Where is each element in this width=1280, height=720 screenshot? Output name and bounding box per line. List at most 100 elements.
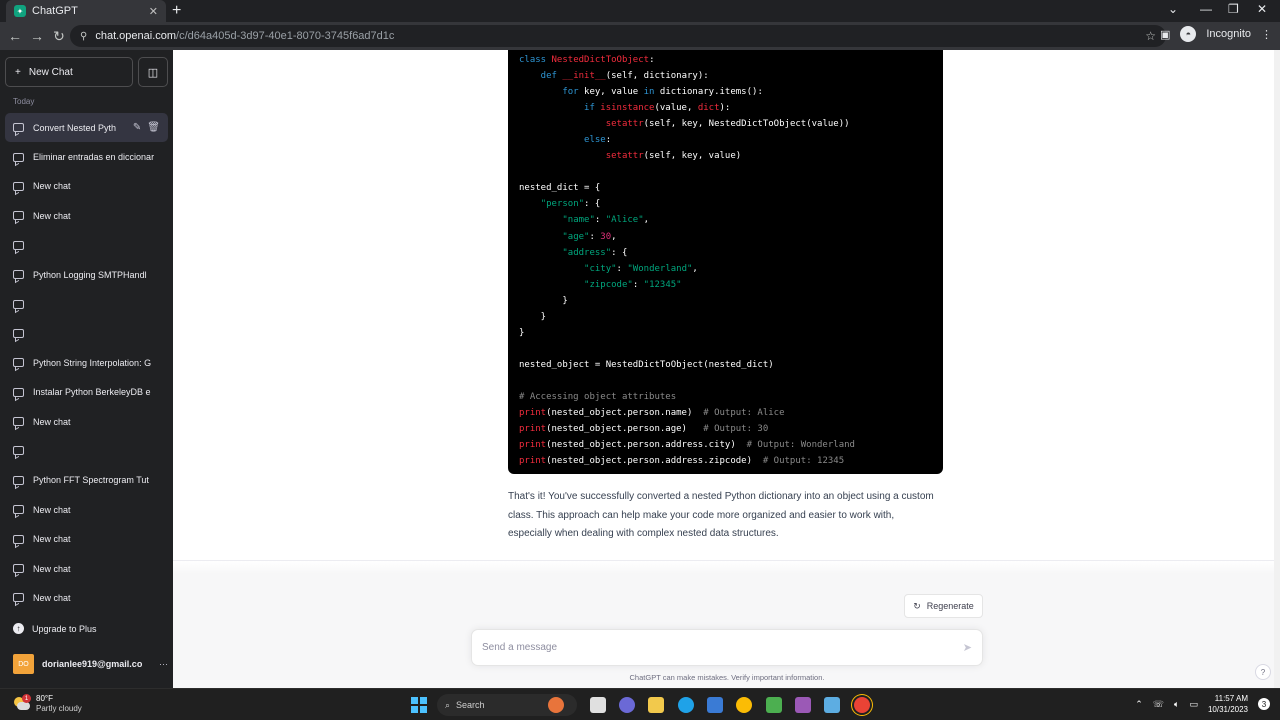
tab-title: ChatGPT (32, 5, 78, 17)
tray-chevron-icon[interactable]: ⌃ (1135, 699, 1143, 710)
clock[interactable]: 11:57 AM 10/31/2023 (1208, 693, 1248, 715)
chat-bubble-icon (13, 181, 24, 191)
chrome-icon[interactable] (736, 697, 752, 713)
chat-history-item[interactable]: New chat (5, 524, 168, 553)
back-arrow-icon[interactable]: ← (4, 28, 26, 44)
conversation-pane: class NestedDictToObject: def __init__(s… (173, 50, 1280, 688)
browser-menu-icon[interactable]: ⋮ (1261, 28, 1272, 41)
chat-history-item[interactable]: New chat (5, 554, 168, 583)
chatgpt-favicon-icon: ✦ (14, 5, 26, 17)
trash-icon[interactable]: 🗑︎ (147, 122, 160, 133)
help-button[interactable]: ? (1255, 664, 1271, 680)
code-token: , (692, 263, 698, 274)
network-icon[interactable]: ☏ (1153, 699, 1164, 710)
code-token: if (519, 103, 601, 114)
chat-history-item[interactable]: Convert Nested Pyth ✎ 🗑︎ (5, 113, 168, 143)
code-line: print(nested_object.person.age) # Output… (519, 421, 943, 437)
halloween-widget-icon[interactable] (548, 697, 564, 713)
weather-badge: 1 (22, 694, 31, 703)
new-tab-button[interactable]: + (172, 2, 181, 20)
disclaimer-text: ChatGPT can make mistakes. Verify import… (629, 673, 825, 682)
battery-icon[interactable]: ▭ (1189, 699, 1198, 710)
partly-cloudy-icon: 1 (14, 694, 31, 711)
sidebar: + New Chat ◫ Today Convert Nested Pyth ✎ 🗑… (0, 50, 173, 688)
window-close-icon[interactable]: ✕ (1257, 2, 1267, 16)
task-view-icon[interactable] (590, 697, 606, 713)
scrollbar[interactable] (1274, 50, 1280, 688)
edge-browser-icon[interactable] (678, 697, 694, 713)
code-token: "city" (584, 263, 617, 274)
chat-history-item[interactable] (5, 231, 168, 260)
code-line: for key, value in dictionary.items(): (519, 84, 943, 100)
chat-history-item[interactable]: Python FFT Spectrogram Tut (5, 466, 168, 495)
chat-history-item[interactable]: Python Logging SMTPHandl (5, 260, 168, 289)
chat-history-item[interactable] (5, 319, 168, 348)
more-options-icon[interactable]: ··· (159, 659, 168, 669)
code-token: (nested_object.person.name) (546, 408, 704, 419)
tab-close-icon[interactable]: ✕ (149, 5, 158, 18)
chat-history-item[interactable]: New chat (5, 172, 168, 201)
weather-widget[interactable]: 1 80°F Partly cloudy (14, 694, 82, 714)
chat-app-icon[interactable] (619, 697, 635, 713)
chat-history-item[interactable]: New chat (5, 495, 168, 524)
store-icon[interactable] (707, 697, 723, 713)
bookmark-star-icon[interactable]: ☆ (1145, 29, 1156, 43)
code-token: NestedDictToObject (551, 55, 650, 65)
user-menu-button[interactable]: DO dorianlee919@gmail.co ··· (13, 654, 168, 674)
chrome-active-icon[interactable] (854, 697, 870, 713)
vpn-app-icon[interactable] (795, 697, 811, 713)
file-explorer-icon[interactable] (648, 697, 664, 713)
minimize-icon[interactable]: — (1200, 2, 1212, 16)
restore-icon[interactable]: ❐ (1228, 2, 1239, 16)
search-icon: ⌕ (445, 699, 451, 710)
code-line: "name": "Alice", (519, 212, 943, 228)
edit-pencil-icon[interactable]: ✎ (133, 122, 141, 133)
regenerate-button[interactable]: ↻ Regenerate (904, 594, 983, 618)
chat-bubble-icon (13, 123, 24, 133)
code-token: "zipcode" (584, 279, 633, 290)
volume-icon[interactable]: 🔈︎ (1174, 699, 1179, 710)
chat-history-item[interactable]: New chat (5, 583, 168, 612)
code-token: # Output: 30 (703, 424, 769, 435)
sidebar-toggle-button[interactable]: ◫ (138, 57, 168, 87)
chat-history-item[interactable]: Instalar Python BerkeleyDB e (5, 378, 168, 407)
send-icon[interactable]: ➤ (963, 641, 972, 654)
chat-bubble-icon (13, 328, 24, 338)
message-input-box[interactable]: ➤ (471, 629, 983, 666)
code-token: # Output: 12345 (762, 456, 845, 467)
chat-history-item[interactable] (5, 436, 168, 465)
new-chat-label: New Chat (28, 66, 73, 78)
chat-history-item[interactable]: Eliminar entradas en diccionar (5, 142, 168, 171)
system-tray: ⌃ ☏ 🔈︎ ▭ 11:57 AM 10/31/2023 3 (1135, 693, 1270, 715)
avatar: DO (13, 654, 34, 674)
chat-history-item[interactable]: New chat (5, 201, 168, 230)
incognito-icon[interactable]: ◓ (1180, 26, 1197, 42)
code-token: "Alice" (605, 215, 644, 226)
chat-history-item[interactable]: Python String Interpolation: G (5, 348, 168, 377)
notification-badge[interactable]: 3 (1258, 698, 1270, 710)
new-chat-button[interactable]: + New Chat (5, 57, 133, 87)
message-input[interactable] (482, 642, 963, 653)
address-bar[interactable]: ⚲ chat.openai.com/c/d64a405d-3d97-40e1-8… (70, 25, 1166, 47)
side-panel-icon[interactable]: ▣ (1160, 28, 1170, 41)
chat-history-label: Python Logging SMTPHandl (33, 269, 147, 280)
code-token: ): (719, 103, 731, 114)
tab-search-chevron-icon[interactable]: ⌄ (1168, 2, 1178, 16)
code-token: (nested_object.person.address.city) (546, 440, 747, 451)
chat-history-item[interactable]: New chat (5, 407, 168, 436)
browser-tab[interactable]: ✦ ChatGPT ✕ (6, 0, 166, 22)
code-token: class (519, 55, 552, 65)
editor-app-icon[interactable] (766, 697, 782, 713)
windows-start-icon[interactable] (411, 697, 427, 713)
image-app-icon[interactable] (824, 697, 840, 713)
site-info-icon[interactable]: ⚲ (80, 31, 87, 42)
code-line: class NestedDictToObject: (519, 52, 943, 68)
clock-time: 11:57 AM (1214, 694, 1248, 703)
reload-icon[interactable]: ↻ (48, 28, 70, 45)
forward-arrow-icon[interactable]: → (26, 28, 48, 44)
chat-history-item[interactable] (5, 289, 168, 318)
upgrade-to-plus-button[interactable]: ↑ Upgrade to Plus (13, 623, 97, 634)
